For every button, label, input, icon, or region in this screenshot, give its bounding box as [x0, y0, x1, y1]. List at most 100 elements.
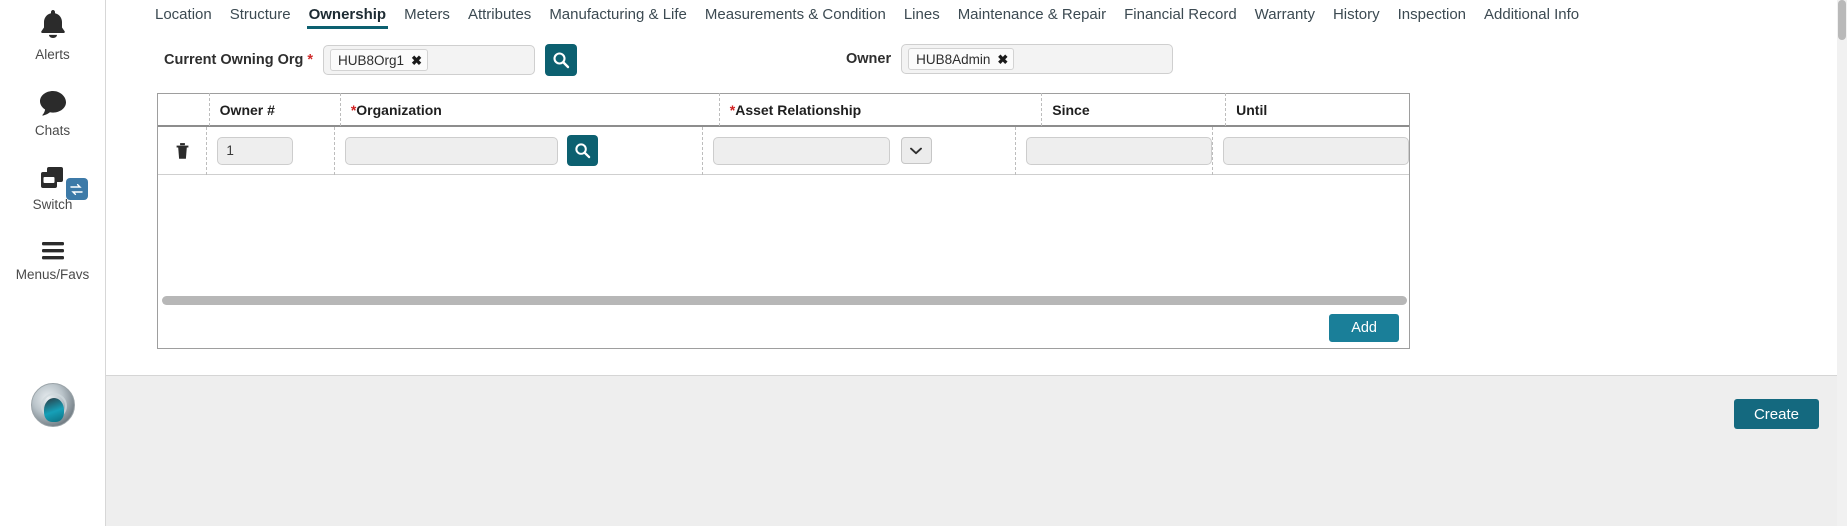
organization-search-button[interactable] [566, 135, 598, 166]
tab-ownership[interactable]: Ownership [300, 0, 396, 29]
chip-label: HUB8Org1 [338, 52, 405, 68]
create-button[interactable]: Create [1733, 399, 1819, 429]
left-icon-rail: Alerts Chats Switch Menus/Favs [0, 0, 106, 526]
search-icon [553, 52, 570, 69]
tab-measurements-condition[interactable]: Measurements & Condition [696, 0, 895, 23]
tab-label: Manufacturing & Life [549, 6, 687, 23]
cell-since [1015, 126, 1212, 175]
sidebar-item-label: Menus/Favs [15, 267, 90, 282]
asset-relationship-input[interactable] [712, 136, 890, 165]
user-avatar[interactable] [31, 383, 75, 427]
tab-meters[interactable]: Meters [395, 0, 459, 23]
tab-label: Ownership [308, 6, 387, 23]
cell-asset-relationship [701, 126, 1015, 175]
search-icon [575, 143, 591, 159]
cell-until [1212, 126, 1409, 175]
sidebar-item-label: Alerts [35, 47, 70, 62]
cell-delete [158, 127, 206, 175]
tab-label: Inspection [1397, 6, 1467, 23]
tab-label: Maintenance & Repair [957, 6, 1107, 23]
active-tab-underline [306, 26, 389, 29]
tab-manufacturing-life[interactable]: Manufacturing & Life [540, 0, 696, 23]
field-label-current-owning-org: Current Owning Org * [164, 52, 313, 68]
sidebar-item-alerts[interactable]: Alerts [0, 8, 106, 62]
ownership-form-row: Current Owning Org * HUB8Org1 ✖ Owner HU… [106, 38, 1847, 96]
label-text: Current Owning Org [164, 52, 304, 68]
asset-detail-tab-bar: Location Structure Ownership Meters Attr… [106, 0, 1847, 38]
tab-inspection[interactable]: Inspection [1389, 0, 1475, 23]
since-input[interactable] [1026, 136, 1212, 165]
chip-owner[interactable]: HUB8Admin ✖ [908, 48, 1015, 70]
tab-label: Meters [404, 6, 450, 23]
cell-organization [333, 126, 702, 175]
organization-input[interactable] [344, 136, 558, 165]
table-row [158, 126, 1409, 175]
avatar-figure [44, 398, 64, 422]
column-header-owner-num: Owner # [208, 93, 340, 126]
delete-row-button[interactable] [169, 138, 195, 164]
trash-icon [176, 143, 189, 159]
ownership-panel: Current Owning Org * HUB8Org1 ✖ Owner HU… [106, 38, 1847, 375]
chip-label: HUB8Admin [916, 51, 991, 67]
field-current-owning-org: Current Owning Org * HUB8Org1 ✖ [164, 44, 578, 76]
tab-label: Financial Record [1124, 6, 1237, 23]
column-header-delete [158, 93, 209, 126]
owner-num-input[interactable] [217, 136, 294, 165]
tab-attributes[interactable]: Attributes [459, 0, 540, 23]
sidebar-item-menus-favs[interactable]: Menus/Favs [0, 238, 106, 282]
tab-label: Attributes [467, 6, 532, 23]
until-input[interactable] [1223, 136, 1409, 165]
required-asterisk: * [307, 52, 314, 68]
tab-financial-record[interactable]: Financial Record [1115, 0, 1246, 23]
tab-maintenance-repair[interactable]: Maintenance & Repair [949, 0, 1115, 23]
hamburger-menu-icon [36, 238, 70, 264]
field-owner: Owner HUB8Admin ✖ [846, 44, 1174, 74]
tab-history[interactable]: History [1324, 0, 1389, 23]
table-header-row: Owner # * Organization * Asset Relationshi… [158, 93, 1409, 127]
chip-remove-icon[interactable]: ✖ [997, 53, 1008, 66]
field-label-owner: Owner [846, 51, 892, 67]
bell-icon [36, 8, 70, 44]
tab-lines[interactable]: Lines [895, 0, 949, 23]
sidebar-item-switch[interactable]: Switch [0, 164, 106, 212]
sidebar-item-label: Switch [32, 197, 73, 212]
chip-owning-org[interactable]: HUB8Org1 ✖ [330, 49, 428, 71]
swap-arrows-icon[interactable] [65, 178, 88, 200]
chat-bubble-icon [36, 88, 70, 120]
header-text: Until [1236, 101, 1268, 118]
asset-relationship-dropdown-button[interactable] [900, 137, 932, 164]
chip-remove-icon[interactable]: ✖ [411, 54, 422, 67]
cell-owner-num [206, 126, 334, 175]
tab-label: Location [155, 6, 212, 23]
bottom-action-bar: Create [106, 375, 1847, 526]
tab-label: Measurements & Condition [704, 6, 886, 23]
column-header-since: Since [1041, 93, 1225, 126]
header-text: Owner # [219, 101, 275, 118]
tab-label: Additional Info [1484, 6, 1580, 23]
tab-label: Lines [903, 6, 940, 23]
page-vertical-scrollbar[interactable] [1837, 0, 1847, 526]
main-content: Location Structure Ownership Meters Attr… [106, 0, 1847, 526]
sidebar-item-chats[interactable]: Chats [0, 88, 106, 138]
add-button[interactable]: Add [1329, 314, 1399, 342]
switch-windows-icon [36, 164, 70, 194]
owning-org-input[interactable]: HUB8Org1 ✖ [323, 45, 536, 75]
tab-label: Structure [229, 6, 291, 23]
header-text: Since [1052, 101, 1090, 118]
column-header-until: Until [1225, 93, 1409, 126]
column-header-organization: * Organization [339, 93, 719, 126]
column-header-asset-relationship: * Asset Relationship [718, 93, 1042, 126]
table-footer: Add [158, 308, 1409, 348]
scrollbar-thumb[interactable] [162, 296, 1407, 305]
tab-structure[interactable]: Structure [221, 0, 300, 23]
table-horizontal-scrollbar[interactable] [162, 296, 1407, 305]
tab-warranty[interactable]: Warranty [1246, 0, 1324, 23]
tab-location[interactable]: Location [146, 0, 221, 23]
scrollbar-thumb[interactable] [1838, 0, 1846, 40]
header-text: Asset Relationship [735, 101, 862, 118]
tab-additional-info[interactable]: Additional Info [1475, 0, 1588, 23]
header-text: Organization [356, 101, 442, 118]
owning-org-search-button[interactable] [545, 44, 578, 76]
tab-label: History [1332, 6, 1380, 23]
owner-input[interactable]: HUB8Admin ✖ [901, 44, 1174, 74]
